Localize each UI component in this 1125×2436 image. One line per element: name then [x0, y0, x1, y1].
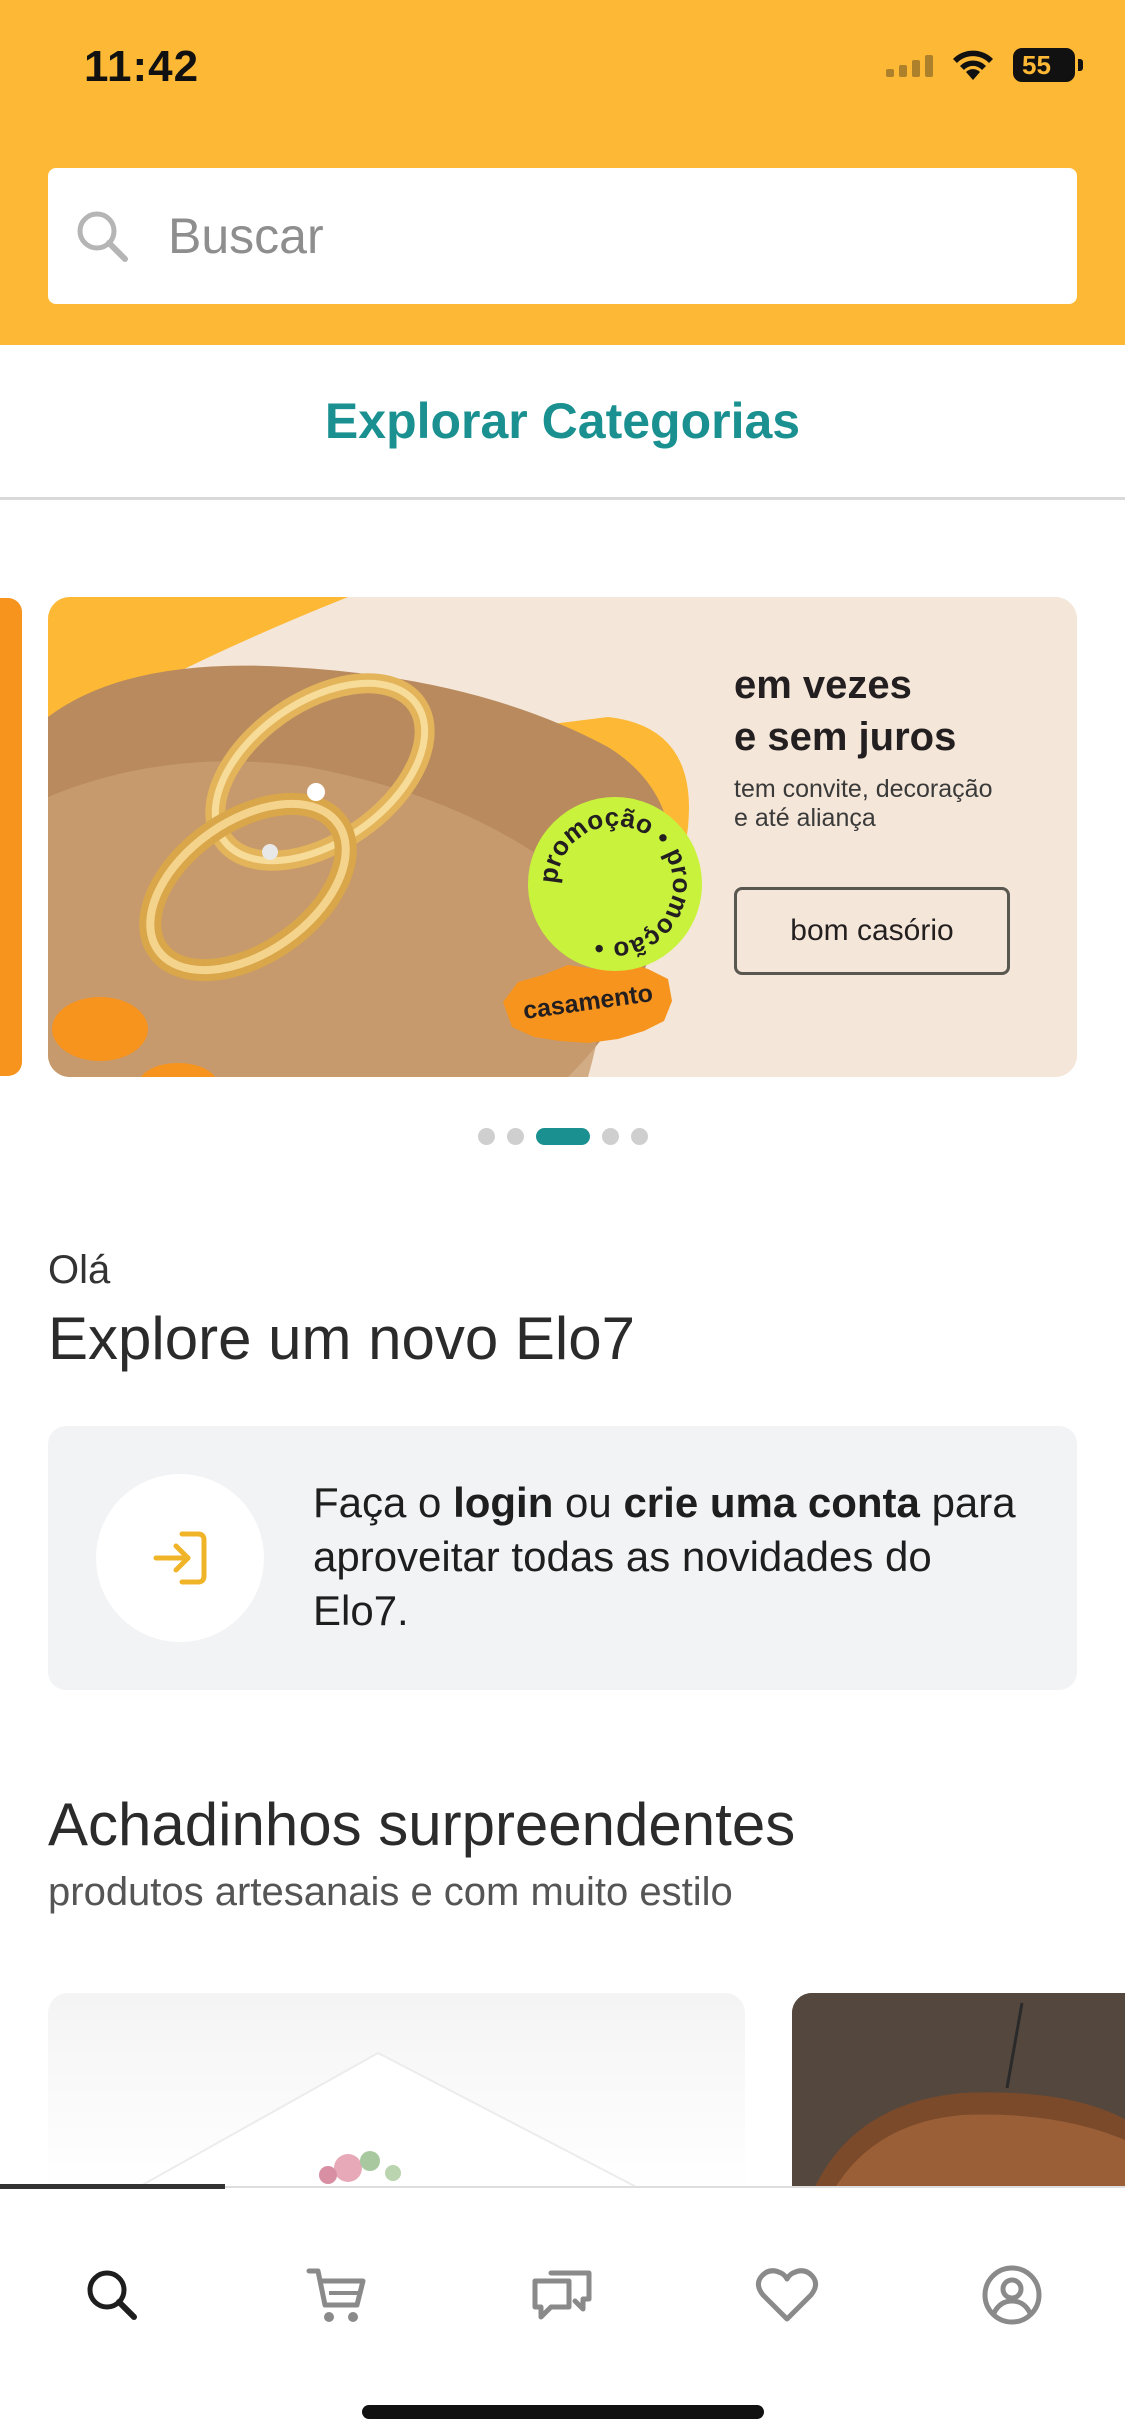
explore-categories-label: Explorar Categorias	[324, 393, 801, 449]
create-account-link[interactable]: crie uma conta	[623, 1479, 919, 1526]
nav-profile-tab[interactable]	[967, 2250, 1057, 2340]
carousel-pagination	[0, 1128, 1125, 1145]
app-header: 11:42 55	[0, 0, 1125, 345]
search-icon	[87, 2270, 137, 2320]
cart-icon	[306, 2268, 366, 2322]
login-prompt-text: Faça o login ou crie uma conta para apro…	[313, 1479, 1016, 1634]
casamento-tag: casamento	[503, 962, 673, 1048]
carousel-dot[interactable]	[506, 1128, 524, 1145]
home-indicator[interactable]	[362, 2405, 764, 2419]
carousel-dot-active[interactable]	[535, 1128, 590, 1145]
product-card[interactable]	[48, 1993, 745, 2193]
previous-banner-peek[interactable]	[0, 598, 22, 1076]
battery-icon: 55	[1013, 48, 1083, 82]
chat-icon	[532, 2270, 592, 2320]
promo-badge: promoção • promoção •	[528, 797, 702, 971]
greeting-title: Explore um novo Elo7	[48, 1305, 635, 1372]
product-image	[125, 2051, 649, 2193]
promo-badge-text: promoção • promoção •	[533, 802, 697, 967]
status-icons: 55	[886, 48, 1083, 82]
nav-favorites-tab[interactable]	[742, 2250, 832, 2340]
login-icon-container	[96, 1474, 264, 1642]
section-subtitle: produtos artesanais e com muito estilo	[48, 1870, 733, 1914]
carousel-dot[interactable]	[477, 1128, 495, 1145]
search-input[interactable]	[168, 207, 988, 265]
section-title: Achadinhos surpreendentes	[48, 1791, 796, 1858]
casamento-tag-label: casamento	[521, 979, 655, 1025]
wifi-icon	[953, 50, 993, 80]
nav-messages-tab[interactable]	[517, 2250, 607, 2340]
profile-icon	[982, 2265, 1042, 2325]
login-prompt-card[interactable]: Faça o login ou crie uma conta para apro…	[48, 1426, 1077, 1690]
product-card[interactable]	[792, 1993, 1125, 2193]
banner-subtitle: tem convite, decoração e até aliança	[734, 775, 993, 832]
greeting-hello: Olá	[48, 1248, 111, 1292]
bom-casorio-button[interactable]: bom casório	[734, 887, 1010, 975]
product-image	[792, 1993, 1125, 2193]
nav-cart-tab[interactable]	[292, 2250, 382, 2340]
bottom-navigation	[0, 2184, 1125, 2436]
carousel-dot[interactable]	[601, 1128, 619, 1145]
explore-categories-link[interactable]: Explorar Categorias	[0, 345, 1125, 500]
login-link[interactable]: login	[453, 1479, 553, 1526]
cellular-signal-icon	[886, 53, 933, 77]
active-tab-indicator	[0, 2184, 225, 2189]
svg-text:promoção • promoção •: promoção • promoção •	[533, 802, 697, 967]
login-arrow-icon	[153, 1531, 207, 1585]
status-time: 11:42	[84, 42, 200, 91]
promo-banner[interactable]: promoção • promoção • casamento em vezes…	[48, 597, 1077, 1077]
battery-level: 55	[1013, 48, 1075, 82]
carousel-dot[interactable]	[630, 1128, 648, 1145]
heart-icon	[755, 2268, 819, 2322]
search-bar[interactable]	[48, 168, 1077, 304]
search-icon	[77, 211, 128, 262]
banner-title: em vezes e sem juros	[734, 663, 957, 759]
nav-search-tab[interactable]	[67, 2250, 157, 2340]
